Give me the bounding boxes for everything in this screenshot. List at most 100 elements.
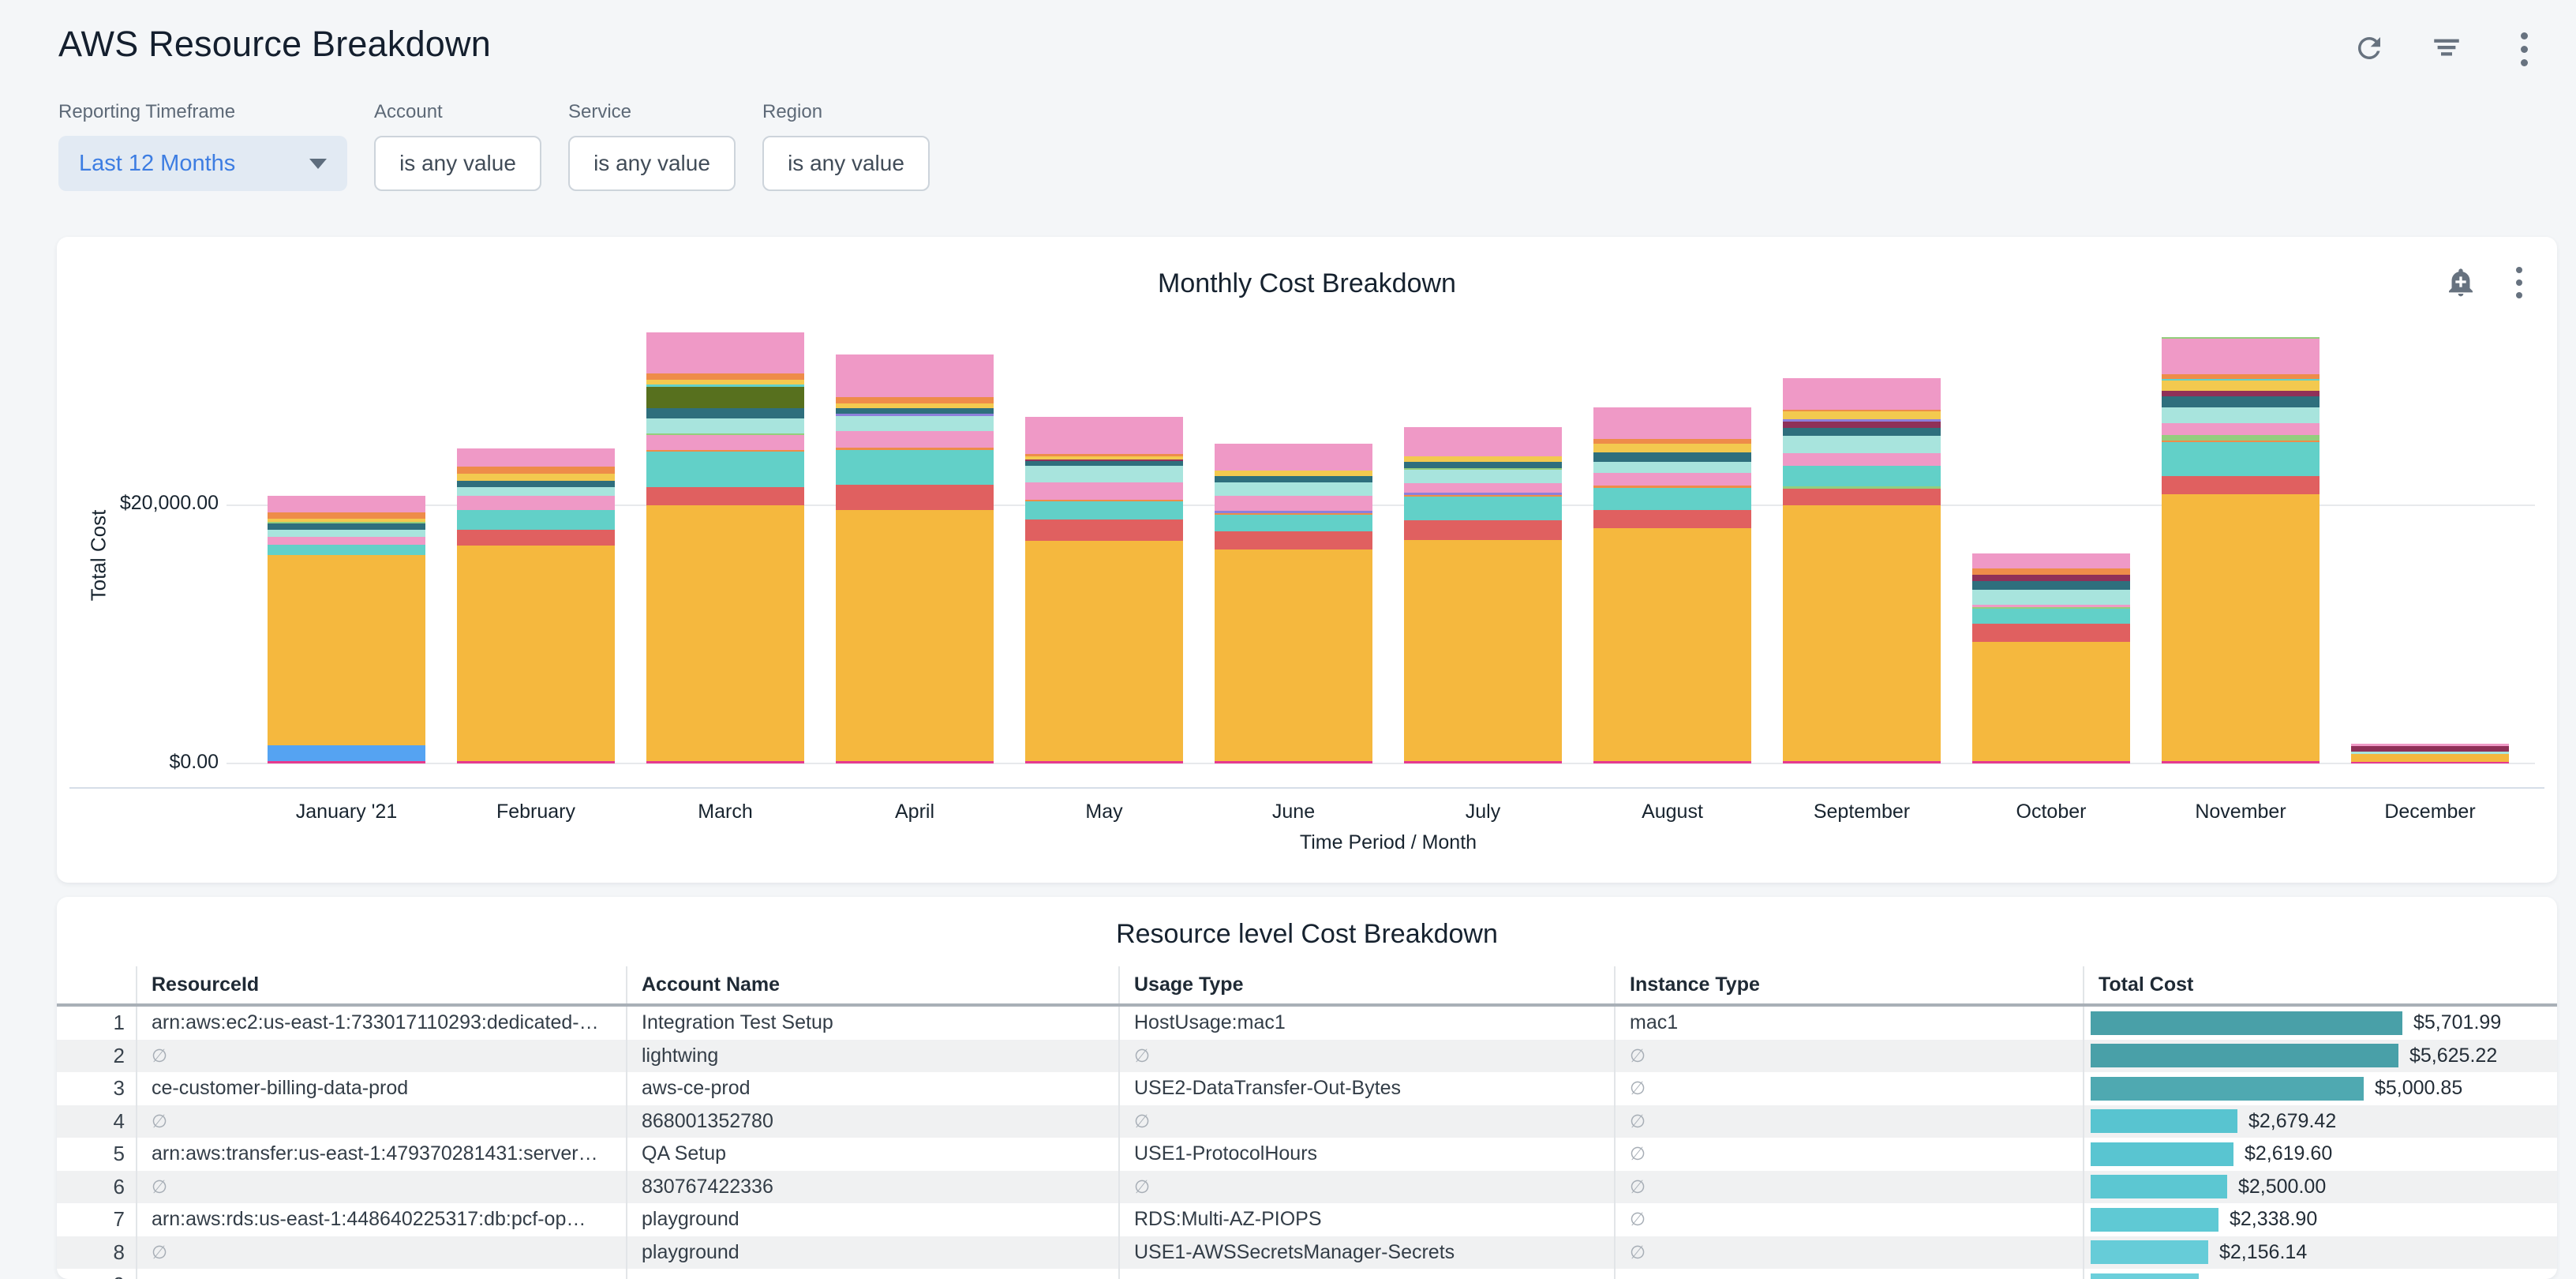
bar-segment-red[interactable] xyxy=(2162,476,2320,495)
bar-june[interactable] xyxy=(1199,444,1388,763)
bar-segment-pink[interactable] xyxy=(1404,427,1562,457)
bar-segment-pink[interactable] xyxy=(1972,553,2130,568)
bar-segment-darkteal[interactable] xyxy=(1404,462,1562,467)
bar-segment-gold[interactable] xyxy=(1783,411,1941,419)
stacked-bar[interactable] xyxy=(646,332,804,763)
bar-segment-red[interactable] xyxy=(1404,520,1562,540)
bar-segment-red[interactable] xyxy=(836,485,994,509)
bar-august[interactable] xyxy=(1578,407,1767,763)
bar-segment-yellow[interactable] xyxy=(646,505,804,761)
stacked-bar[interactable] xyxy=(2162,337,2320,763)
table-row[interactable]: 7arn:aws:rds:us-east-1:448640225317:db:p… xyxy=(57,1203,2557,1236)
bar-segment-yellow[interactable] xyxy=(1215,549,1372,761)
bar-december[interactable] xyxy=(2335,744,2525,763)
stacked-bar[interactable] xyxy=(1593,407,1751,763)
refresh-button[interactable] xyxy=(2352,32,2387,66)
bar-segment-lightteal[interactable] xyxy=(457,487,615,496)
service-filter-button[interactable]: is any value xyxy=(568,136,736,191)
bar-segment-red[interactable] xyxy=(1215,531,1372,549)
bar-segment-lightteal[interactable] xyxy=(836,416,994,432)
bar-segment-pink[interactable] xyxy=(1025,417,1183,454)
reporting-timeframe-select[interactable]: Last 12 Months xyxy=(58,136,347,191)
bar-segment-pink[interactable] xyxy=(2162,339,2320,374)
stacked-bar[interactable] xyxy=(836,354,994,763)
bar-segment-teal[interactable] xyxy=(1593,488,1751,510)
bar-segment-lightteal[interactable] xyxy=(268,530,425,538)
column-header-account-name[interactable]: Account Name xyxy=(627,966,1119,1005)
bar-segment-gold[interactable] xyxy=(1215,471,1372,477)
bar-segment-lightteal[interactable] xyxy=(1025,466,1183,483)
bar-segment-teal[interactable] xyxy=(646,452,804,486)
bar-segment-magenta[interactable] xyxy=(2351,762,2509,763)
table-row[interactable]: 3ce-customer-billing-data-prodaws-ce-pro… xyxy=(57,1072,2557,1105)
bar-february[interactable] xyxy=(441,448,631,763)
bar-segment-orange[interactable] xyxy=(646,373,804,380)
stacked-bar[interactable] xyxy=(1404,427,1562,763)
bar-segment-pink[interactable] xyxy=(1593,473,1751,486)
bar-segment-teal[interactable] xyxy=(1972,609,2130,624)
bar-segment-magenta[interactable] xyxy=(2162,761,2320,763)
bar-segment-lightteal[interactable] xyxy=(1404,470,1562,483)
column-header-instance-type[interactable]: Instance Type xyxy=(1615,966,2084,1005)
bar-segment-red[interactable] xyxy=(1972,624,2130,642)
bar-segment-teal[interactable] xyxy=(1783,466,1941,486)
table-row[interactable]: 2∅lightwing∅∅$5,625.22 xyxy=(57,1040,2557,1073)
bar-segment-pink[interactable] xyxy=(268,537,425,545)
table-row[interactable]: 1arn:aws:ec2:us-east-1:733017110293:dedi… xyxy=(57,1005,2557,1040)
bar-segment-pink[interactable] xyxy=(1025,482,1183,500)
bar-segment-yellow[interactable] xyxy=(2351,754,2509,763)
bar-segment-pink[interactable] xyxy=(1783,378,1941,410)
stacked-bar[interactable] xyxy=(1783,378,1941,763)
bar-segment-blue[interactable] xyxy=(268,745,425,761)
bar-segment-magenta[interactable] xyxy=(1025,761,1183,763)
bar-segment-yellow[interactable] xyxy=(1025,541,1183,761)
bar-january-21[interactable] xyxy=(252,496,441,763)
bar-september[interactable] xyxy=(1767,378,1956,763)
bar-segment-magenta[interactable] xyxy=(457,761,615,763)
bar-segment-magenta[interactable] xyxy=(1593,761,1751,763)
stacked-bar[interactable] xyxy=(1215,444,1372,763)
account-filter-button[interactable]: is any value xyxy=(374,136,541,191)
bar-segment-teal[interactable] xyxy=(1215,515,1372,531)
bar-segment-pink[interactable] xyxy=(1215,496,1372,511)
bar-segment-magenta[interactable] xyxy=(836,761,994,763)
bar-april[interactable] xyxy=(820,354,1009,763)
bar-segment-lightteal[interactable] xyxy=(1593,462,1751,473)
bar-segment-yellow[interactable] xyxy=(1783,505,1941,761)
stacked-bar[interactable] xyxy=(268,496,425,763)
bar-july[interactable] xyxy=(1388,427,1578,763)
bar-segment-magenta[interactable] xyxy=(1783,761,1941,763)
bar-segment-magenta[interactable] xyxy=(1404,761,1562,763)
bar-segment-gold[interactable] xyxy=(2162,381,2320,391)
bar-segment-lightteal[interactable] xyxy=(1215,482,1372,497)
bar-segment-yellow[interactable] xyxy=(457,546,615,761)
bar-segment-gold[interactable] xyxy=(457,474,615,481)
bar-segment-olive[interactable] xyxy=(646,387,804,408)
bar-segment-magenta[interactable] xyxy=(1972,761,2130,763)
bar-segment-teal[interactable] xyxy=(836,450,994,486)
bar-october[interactable] xyxy=(1956,553,2146,763)
bar-segment-orange[interactable] xyxy=(268,512,425,519)
bar-segment-orange[interactable] xyxy=(457,467,615,474)
bar-segment-orange[interactable] xyxy=(1972,568,2130,575)
bar-segment-yellow[interactable] xyxy=(2162,494,2320,761)
bar-segment-gold[interactable] xyxy=(1404,456,1562,462)
bar-segment-darkteal[interactable] xyxy=(1593,452,1751,462)
bar-segment-darkteal[interactable] xyxy=(646,408,804,418)
bar-segment-darkteal[interactable] xyxy=(836,408,994,414)
bar-segment-pink[interactable] xyxy=(1215,444,1372,471)
bar-segment-red[interactable] xyxy=(1025,519,1183,541)
bar-segment-pink[interactable] xyxy=(2162,423,2320,435)
bar-segment-maroon[interactable] xyxy=(1972,575,2130,581)
bar-segment-teal[interactable] xyxy=(268,545,425,555)
bar-segment-teal[interactable] xyxy=(1025,501,1183,519)
bar-segment-red[interactable] xyxy=(646,487,804,505)
bar-segment-darkteal[interactable] xyxy=(1215,476,1372,482)
bar-segment-maroon[interactable] xyxy=(1783,422,1941,428)
bar-segment-pink[interactable] xyxy=(1593,407,1751,439)
bar-segment-pink[interactable] xyxy=(836,354,994,397)
bar-may[interactable] xyxy=(1009,417,1199,763)
table-row[interactable]: 8∅playgroundUSE1-AWSSecretsManager-Secre… xyxy=(57,1236,2557,1270)
bar-segment-darkteal[interactable] xyxy=(2162,396,2320,407)
bar-segment-teal[interactable] xyxy=(1404,497,1562,520)
